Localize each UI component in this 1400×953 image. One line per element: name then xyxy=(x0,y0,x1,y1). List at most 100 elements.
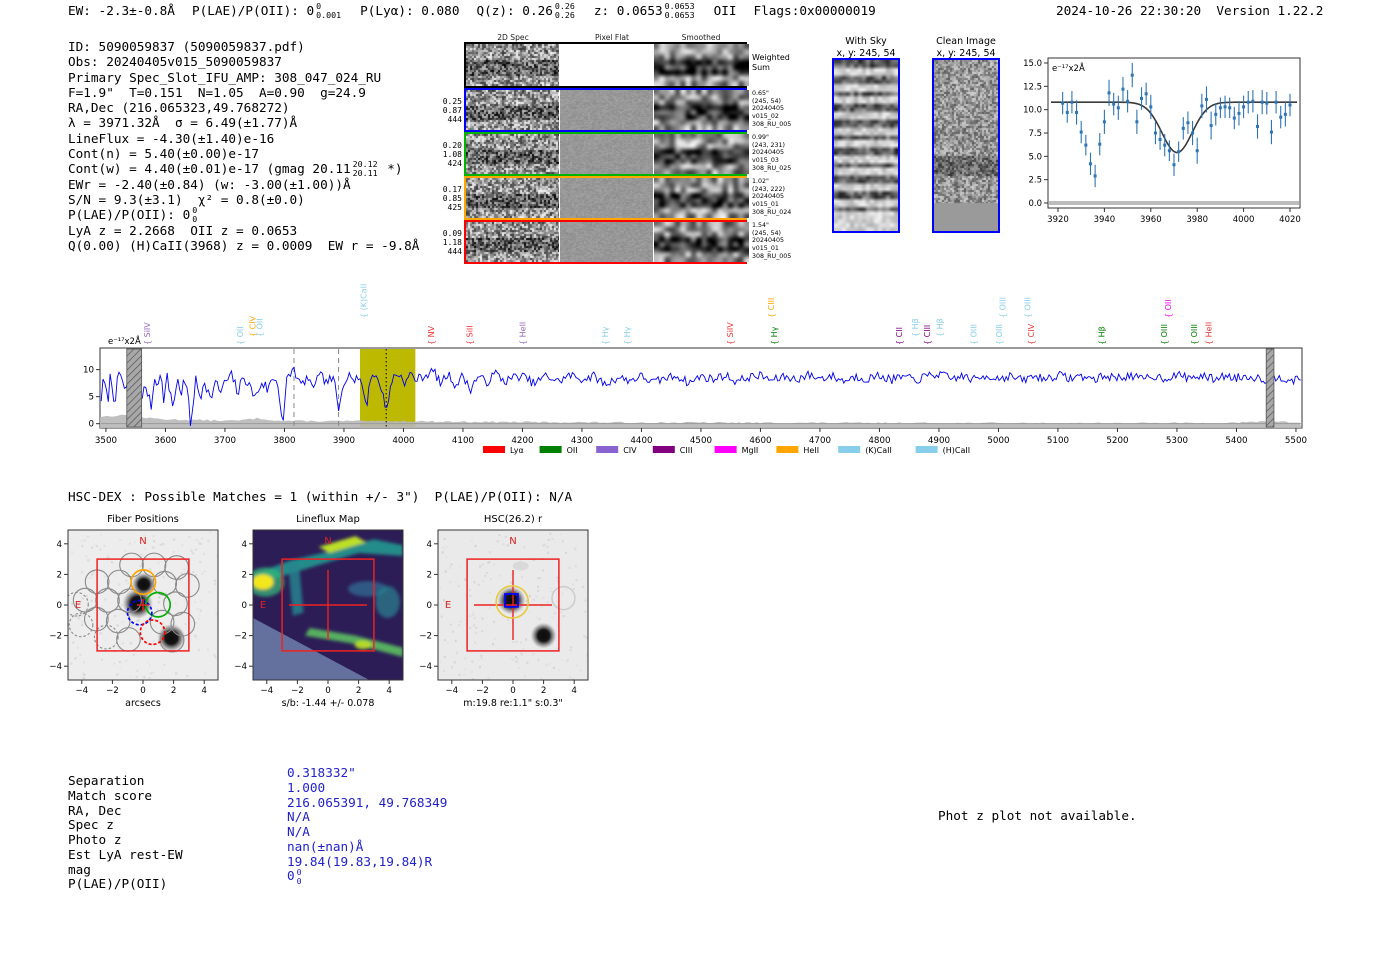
cutout-row-weights: 0.20 1.08 424 xyxy=(442,140,462,168)
panel-xlabel: m:19.8 re:1.1" s:0.3" xyxy=(463,698,563,709)
svg-text:0: 0 xyxy=(241,601,247,611)
lineflux-map-panel: Lineflux Map −4 −4 −2 −2 0 0 2 2 4 4 s/b: -1.44 +/-… xyxy=(234,514,404,709)
match-row-label: Separation xyxy=(68,773,145,788)
legend-label: HeII xyxy=(803,446,819,455)
cutout-row-fiber-4 xyxy=(464,220,749,264)
cutout-row-annotation: 1.54" (245, 54) 20240405 v015_01 308_RU_005 xyxy=(752,222,792,260)
compass-north-label: N xyxy=(324,536,331,547)
match-row-value: 19.84(19.83,19.84)R xyxy=(287,853,433,869)
svg-text:−2: −2 xyxy=(234,632,247,642)
svg-text:5400: 5400 xyxy=(1225,436,1247,446)
header-stat-4: z: 0.0653 0.0653 0.0653 xyxy=(593,1,695,20)
compass-north-label: N xyxy=(509,536,516,547)
info-line-4: RA,Dec (216.065323,49.768272) xyxy=(68,100,290,116)
match-row-label: mag xyxy=(68,861,91,877)
svg-text:2: 2 xyxy=(171,686,177,696)
smoothed-image xyxy=(654,134,749,174)
svg-text:3800: 3800 xyxy=(273,436,295,446)
line-label-(K)CaII: { (K)CaII xyxy=(360,284,369,318)
svg-text:12.5: 12.5 xyxy=(1023,82,1042,92)
svg-text:4600: 4600 xyxy=(749,436,771,446)
cutout-row-annotation: 1.02" (243, 222) 20240405 v015_01 308_RU_024 xyxy=(752,178,792,216)
svg-text:−2: −2 xyxy=(291,686,304,696)
header-summary-line: EW: -2.3±-0.8Å P(LAE)/P(OII): 0 0 0.001 P(Ly… xyxy=(68,2,893,19)
legend-label: (H)CaII xyxy=(943,446,970,455)
svg-text:0: 0 xyxy=(510,686,516,696)
match-row-label: Est LyA rest-EW xyxy=(68,846,183,862)
legend-label: (K)CaII xyxy=(865,446,892,455)
line-label-SiII: { SiII xyxy=(465,325,474,345)
svg-text:4: 4 xyxy=(56,540,62,550)
svg-text:4300: 4300 xyxy=(571,436,593,446)
legend-label: OII xyxy=(567,446,578,455)
line-label-HeII: { HeII xyxy=(1204,322,1213,345)
info-line-13: Q(0.00) (H)CaII(3968) z = 0.0009 EW r = … xyxy=(68,237,420,253)
svg-text:5000: 5000 xyxy=(987,436,1009,446)
cutout-row-weights: 0.09 1.18 444 xyxy=(442,228,462,256)
line-label-CIII: { CIII xyxy=(767,298,776,318)
line-label-OIII: { OIII xyxy=(969,324,978,345)
svg-text:2: 2 xyxy=(541,686,547,696)
info-line-12: LyA z = 2.2668 OII z = 0.0653 xyxy=(68,222,298,238)
smoothed-image xyxy=(654,44,749,86)
full-spectrum-plot: 3500 3600 3700 3800 3900 4000 4100 4200 4300 4400… xyxy=(83,284,1307,455)
svg-text:10: 10 xyxy=(83,366,94,376)
svg-text:0: 0 xyxy=(325,686,331,696)
svg-text:0: 0 xyxy=(56,601,62,611)
svg-text:15.0: 15.0 xyxy=(1023,59,1042,69)
svg-text:4800: 4800 xyxy=(868,436,890,446)
match-row-label: Match score xyxy=(68,787,153,803)
line-label-Hγ: { Hγ xyxy=(601,326,610,345)
legend-swatch xyxy=(776,446,799,453)
svg-text:10.0: 10.0 xyxy=(1023,106,1042,116)
header-meta: 2024-10-26 22:30:20 Version 1.22.2 xyxy=(1056,3,1323,18)
compass-east-label: E xyxy=(445,600,451,611)
info-line-2: Primary Spec_Slot_IFU_AMP: 308_047_024_R… xyxy=(68,69,382,85)
info-line-5: λ = 3971.32Å σ = 6.49(±1.77)Å xyxy=(68,115,298,131)
stacked-uncertainty: 0.0653 0.0653 xyxy=(664,1,695,20)
line-label-Hβ: { Hβ xyxy=(936,318,945,337)
match-row-value: 1.000 xyxy=(287,779,326,795)
svg-text:4: 4 xyxy=(241,540,247,550)
info-line-0: ID: 5090059837 (5090059837.pdf) xyxy=(68,39,305,54)
line-label-OIII: { OIII xyxy=(1160,324,1169,345)
cutout-row-weights: 0.25 0.87 444 xyxy=(442,96,462,124)
line-label-CII: { CII xyxy=(895,327,904,345)
svg-text:4: 4 xyxy=(386,686,392,696)
header-stat-1: P(LAE)/P(OII): 0 0 0.001 xyxy=(191,1,342,20)
cutout-column-header: 2D Spec xyxy=(497,33,529,42)
svg-text:−4: −4 xyxy=(234,662,247,672)
legend-label: CIII xyxy=(680,446,693,455)
with-sky-stamp xyxy=(832,58,900,233)
panel-title: Fiber Positions xyxy=(107,514,179,525)
svg-text:4: 4 xyxy=(201,686,207,696)
line-label-Hγ: { Hγ xyxy=(770,326,779,345)
line-fit-inset-plot: 3920 3940 3960 3980 4000 4020 0.0 2.5 5.0 7.5 10.0… xyxy=(1023,57,1301,225)
svg-text:0.0: 0.0 xyxy=(1028,199,1042,209)
hsc-dex-match-line: HSC-DEX : Possible Matches = 1 (within +… xyxy=(68,489,573,504)
compass-east-label: E xyxy=(75,600,81,611)
cutout-row-fiber-3 xyxy=(464,176,749,220)
info-line-1: Obs: 20240405v015_5090059837 xyxy=(68,54,282,70)
line-label-CIV: { CIV xyxy=(1027,323,1036,345)
match-row-value: N/A xyxy=(287,809,310,825)
with-sky-title: With Sky x, y: 245, 54 xyxy=(836,36,896,59)
legend-swatch xyxy=(838,446,861,453)
cutout-column-header: Pixel Flat xyxy=(594,33,630,42)
svg-text:−2: −2 xyxy=(106,686,119,696)
info-line-10: S/N = 9.3(±3.1) χ² = 0.8(±0.0) xyxy=(68,191,305,207)
svg-text:0: 0 xyxy=(140,686,146,696)
smoothed-image xyxy=(654,222,749,262)
line-label-NV: { NV xyxy=(427,325,436,345)
svg-text:0: 0 xyxy=(88,420,94,430)
cutout-row-weighted xyxy=(464,42,749,88)
elixer-detection-report: EW: -2.3±-0.8Å P(LAE)/P(OII): 0 0 0.001 P(Ly… xyxy=(0,0,1400,953)
stacked-uncertainty: 0.26 0.26 xyxy=(554,1,575,20)
svg-text:2: 2 xyxy=(56,570,62,580)
svg-text:5200: 5200 xyxy=(1106,436,1128,446)
clean-image-stamp xyxy=(932,58,1000,233)
report-datetime: 2024-10-26 22:30:20 xyxy=(1056,3,1202,18)
info-line-9: EWr = -2.40(±0.84) (w: -3.00(±1.00))Å xyxy=(68,176,351,192)
match-row-label: Photo z xyxy=(68,832,122,847)
svg-text:3900: 3900 xyxy=(333,436,355,446)
